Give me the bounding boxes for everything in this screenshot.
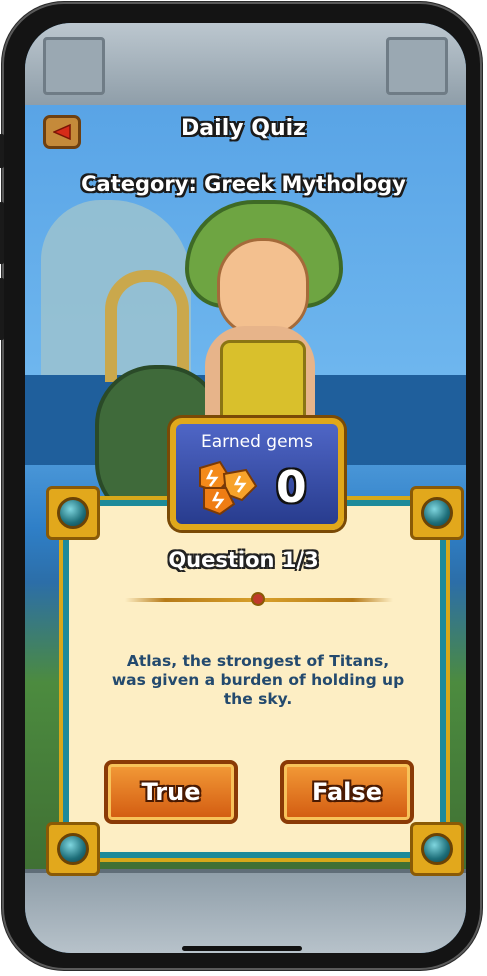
true-button[interactable]: True [104, 760, 238, 824]
earned-gems-label: Earned gems [201, 432, 313, 452]
gem-cluster-icon [190, 458, 264, 516]
corner-gem-bottom-right [402, 814, 472, 884]
earned-gems-count: 0 [276, 462, 307, 513]
home-indicator[interactable] [182, 946, 302, 951]
stone-border-top [25, 23, 466, 109]
divider-gem-icon [251, 592, 265, 606]
false-button-label: False [312, 778, 382, 806]
category-label: Category: Greek Mythology [81, 172, 406, 196]
question-counter: Question 1/3 [168, 548, 319, 572]
false-button[interactable]: False [280, 760, 414, 824]
page-title: Daily Quiz [181, 116, 306, 141]
volume-up-button [0, 202, 4, 264]
corner-gem-top-right [402, 478, 472, 548]
volume-down-button [0, 278, 4, 340]
true-button-label: True [141, 778, 201, 806]
question-text: Atlas, the strongest of Titans, was give… [111, 652, 405, 708]
character-outfit [220, 340, 306, 426]
earned-gems-box: Earned gems 0 [170, 418, 344, 530]
corner-gem-top-left [38, 478, 108, 548]
corner-gem-bottom-left [38, 814, 108, 884]
character-face [217, 238, 309, 336]
